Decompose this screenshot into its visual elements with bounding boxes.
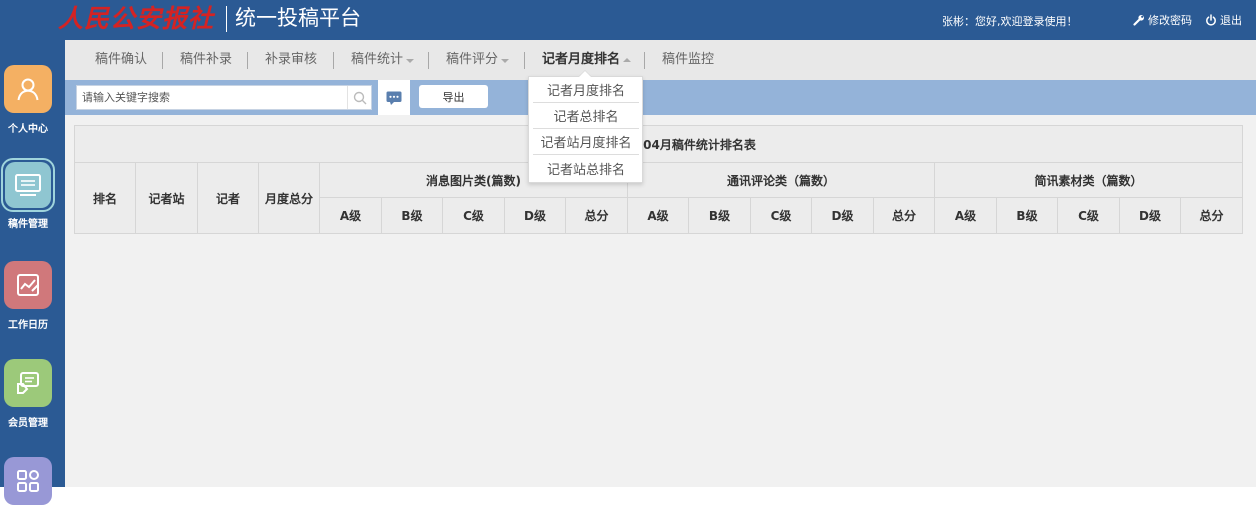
tab-label: 稿件评分 [446, 52, 499, 67]
header-grade-c: C级 [750, 197, 812, 234]
logout-label: 退出 [1220, 14, 1242, 27]
tab-label: 稿件统计 [351, 52, 404, 67]
search-box [76, 85, 372, 110]
tab-manuscript-monitor[interactable]: 稿件监控 [662, 52, 714, 68]
search-icon [353, 91, 366, 104]
sidebar-item-manuscript-management[interactable]: 稿件管理 [0, 158, 56, 230]
chevron-down-icon [406, 59, 415, 63]
tab-reporter-monthly-ranking[interactable]: 记者月度排名 [542, 52, 632, 68]
tab-separator [524, 52, 525, 69]
logout-link[interactable]: 退出 [1205, 12, 1242, 28]
sidebar-item-label: 会员管理 [8, 418, 48, 429]
header-grade-b: B级 [688, 197, 751, 234]
tab-label: 稿件监控 [662, 52, 715, 67]
tab-manuscript-score[interactable]: 稿件评分 [446, 52, 510, 68]
grid-apps-icon [4, 457, 52, 505]
sidebar-item-work-calendar[interactable]: 工作日历 [0, 261, 56, 331]
sidebar: 个人中心 稿件管理 工作日历 会员管理 [0, 40, 65, 505]
power-icon [1206, 14, 1216, 26]
logo-divider [226, 6, 227, 32]
calendar-chart-icon [4, 261, 52, 309]
header-grade-b: B级 [381, 197, 443, 234]
tab-bar: 稿件确认 稿件补录 补录审核 稿件统计 稿件评分 记者月度排名 稿件监控 [65, 40, 1256, 80]
menu-item-reporter-total[interactable]: 记者总排名 [533, 103, 639, 129]
top-header: 人民公安报社 统一投稿平台 张彬：您好,欢迎登录使用！ 修改密码 退出 [0, 0, 1256, 40]
sidebar-item-label: 稿件管理 [8, 219, 48, 230]
menu-item-reporter-monthly[interactable]: 记者月度排名 [533, 77, 639, 103]
user-icon [4, 65, 52, 113]
header-grade-a: A级 [627, 197, 689, 234]
header-monthly-total: 月度总分 [258, 162, 320, 234]
tab-manuscript-confirm[interactable]: 稿件确认 [95, 52, 147, 68]
tab-supplement-review[interactable]: 补录审核 [265, 52, 317, 68]
user-greeting: 张彬：您好,欢迎登录使用！ [942, 15, 1078, 28]
header-group-brief: 简讯素材类（篇数） [933, 162, 1244, 198]
header-subtotal: 总分 [873, 197, 935, 234]
sidebar-item-label: 工作日历 [8, 320, 48, 331]
header-grade-a: A级 [934, 197, 997, 234]
sidebar-item-apps[interactable] [0, 457, 56, 505]
ranking-table: 年04月稿件统计排名表 排名 记者站 记者 月度总分 消息图片类(篇数) 通讯评… [73, 125, 1244, 234]
tab-label: 稿件确认 [95, 52, 148, 67]
sidebar-item-member-management[interactable]: 会员管理 [0, 359, 56, 429]
search-input[interactable] [77, 86, 345, 109]
header-reporter: 记者 [197, 162, 259, 234]
more-options-button[interactable] [378, 80, 410, 115]
header-grade-d: D级 [1119, 197, 1181, 234]
tab-separator [644, 52, 645, 69]
chevron-down-icon [501, 59, 510, 63]
header-grade-c: C级 [442, 197, 505, 234]
header-grade-d: D级 [811, 197, 874, 234]
wrench-icon [1133, 15, 1144, 26]
header-group-correspondence: 通讯评论类（篇数） [627, 162, 935, 198]
ranking-dropdown-menu: 记者月度排名 记者总排名 记者站月度排名 记者站总排名 [528, 76, 643, 183]
table-title: 年04月稿件统计排名表 [73, 125, 1244, 163]
tab-manuscript-supplement[interactable]: 稿件补录 [180, 52, 232, 68]
chevron-up-icon [623, 58, 632, 62]
header-subtotal: 总分 [1179, 197, 1244, 234]
tab-label: 记者月度排名 [542, 52, 621, 67]
tab-separator [162, 52, 163, 69]
header-station: 记者站 [135, 162, 198, 234]
newspaper-logo: 人民公安报社 [58, 4, 215, 33]
monitor-icon [5, 162, 51, 208]
header-rank: 排名 [74, 162, 136, 234]
tab-label: 稿件补录 [180, 52, 233, 67]
tab-separator [333, 52, 334, 69]
toolbar: 导出 [65, 80, 1256, 115]
member-card-icon [4, 359, 52, 407]
active-indicator [1, 158, 55, 212]
menu-item-station-monthly[interactable]: 记者站月度排名 [533, 129, 639, 155]
header-grade-c: C级 [1057, 197, 1120, 234]
tab-separator [428, 52, 429, 69]
chat-more-icon [386, 91, 402, 105]
change-password-link[interactable]: 修改密码 [1133, 12, 1192, 28]
export-button[interactable]: 导出 [419, 85, 488, 108]
search-button[interactable] [347, 86, 371, 109]
menu-item-station-total[interactable]: 记者站总排名 [533, 155, 639, 181]
dropdown-arrow-inner [579, 71, 591, 77]
header-grade-d: D级 [504, 197, 566, 234]
sidebar-item-personal-center[interactable]: 个人中心 [0, 65, 56, 135]
platform-title: 统一投稿平台 [235, 6, 361, 30]
tab-label: 补录审核 [265, 52, 318, 67]
header-grade-b: B级 [996, 197, 1058, 234]
sidebar-item-label: 个人中心 [8, 124, 48, 135]
tab-manuscript-stats[interactable]: 稿件统计 [351, 52, 415, 68]
tab-separator [247, 52, 248, 69]
header-grade-a: A级 [319, 197, 382, 234]
change-password-label: 修改密码 [1148, 14, 1192, 27]
header-subtotal: 总分 [565, 197, 628, 234]
